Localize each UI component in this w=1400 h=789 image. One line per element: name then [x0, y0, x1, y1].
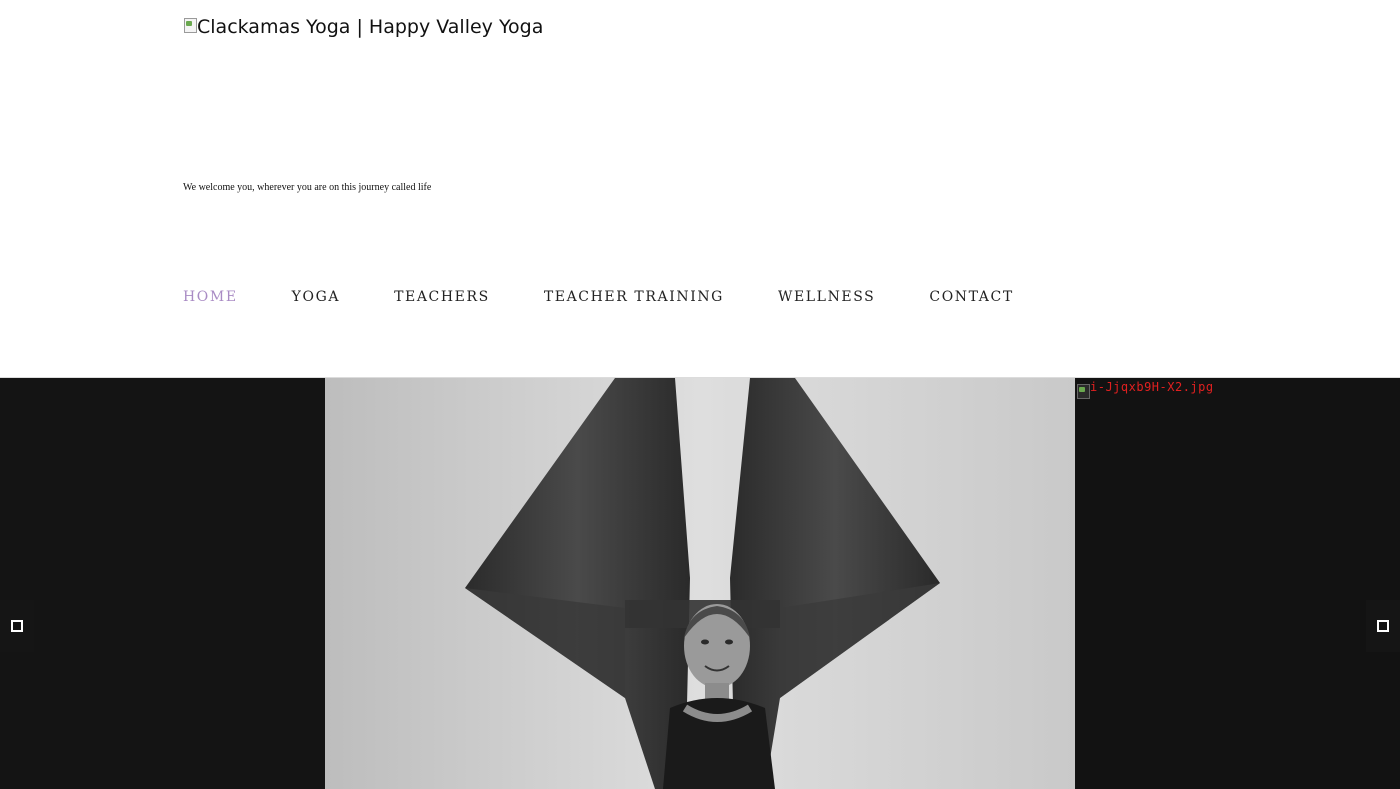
nav-item-home[interactable]: HOME — [183, 289, 238, 305]
next-slide-broken-image: i-Jjqxb9H-X2.jpg — [1076, 380, 1214, 399]
logo-alt-text: Clackamas Yoga | Happy Valley Yoga — [197, 16, 544, 38]
slider-next-button[interactable] — [1366, 600, 1400, 652]
nav-item-teachers[interactable]: TEACHERS — [394, 289, 490, 305]
nav-item-contact[interactable]: CONTACT — [929, 289, 1013, 305]
site-tagline: We welcome you, wherever you are on this… — [183, 182, 432, 193]
hero-photo-aerial-yoga — [325, 378, 1075, 789]
main-nav: HOME YOGA TEACHERS TEACHER TRAINING WELL… — [183, 289, 1014, 305]
site-logo[interactable]: Clackamas Yoga | Happy Valley Yoga — [183, 14, 543, 40]
square-icon — [1377, 620, 1389, 632]
aerial-yoga-photo — [325, 378, 1075, 789]
site-header: Clackamas Yoga | Happy Valley Yoga We we… — [0, 0, 1400, 378]
nav-item-yoga[interactable]: YOGA — [292, 289, 340, 305]
slider-prev-button[interactable] — [0, 600, 34, 652]
nav-item-teacher-training[interactable]: TEACHER TRAINING — [544, 289, 724, 305]
next-slide-preview: i-Jjqxb9H-X2.jpg — [1076, 378, 1400, 789]
broken-image-icon — [1076, 383, 1090, 399]
square-icon — [11, 620, 23, 632]
next-slide-alt-text: i-Jjqxb9H-X2.jpg — [1090, 380, 1214, 394]
broken-image-icon — [183, 17, 197, 33]
nav-item-wellness[interactable]: WELLNESS — [778, 289, 875, 305]
hero-slider: i-Jjqxb9H-X2.jpg — [0, 378, 1400, 789]
